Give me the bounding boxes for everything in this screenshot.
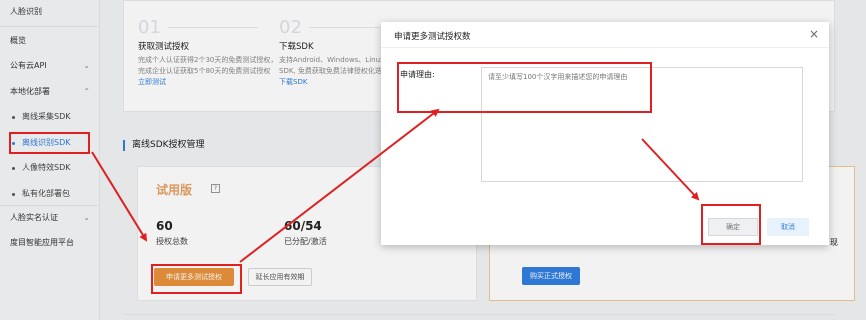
apply-modal: 申请更多测试授权数 × 申请理由: 确定 取消 — [381, 22, 829, 245]
annotation-box-sidebar — [9, 132, 90, 154]
annotation-box-apply-button — [151, 264, 242, 294]
annotation-box-confirm — [701, 204, 761, 245]
cancel-button[interactable]: 取消 — [767, 218, 809, 236]
close-icon[interactable]: × — [809, 27, 819, 41]
modal-title: 申请更多测试授权数 — [394, 32, 471, 42]
modal-header: 申请更多测试授权数 × — [381, 22, 829, 48]
annotation-box-reason — [397, 62, 652, 113]
